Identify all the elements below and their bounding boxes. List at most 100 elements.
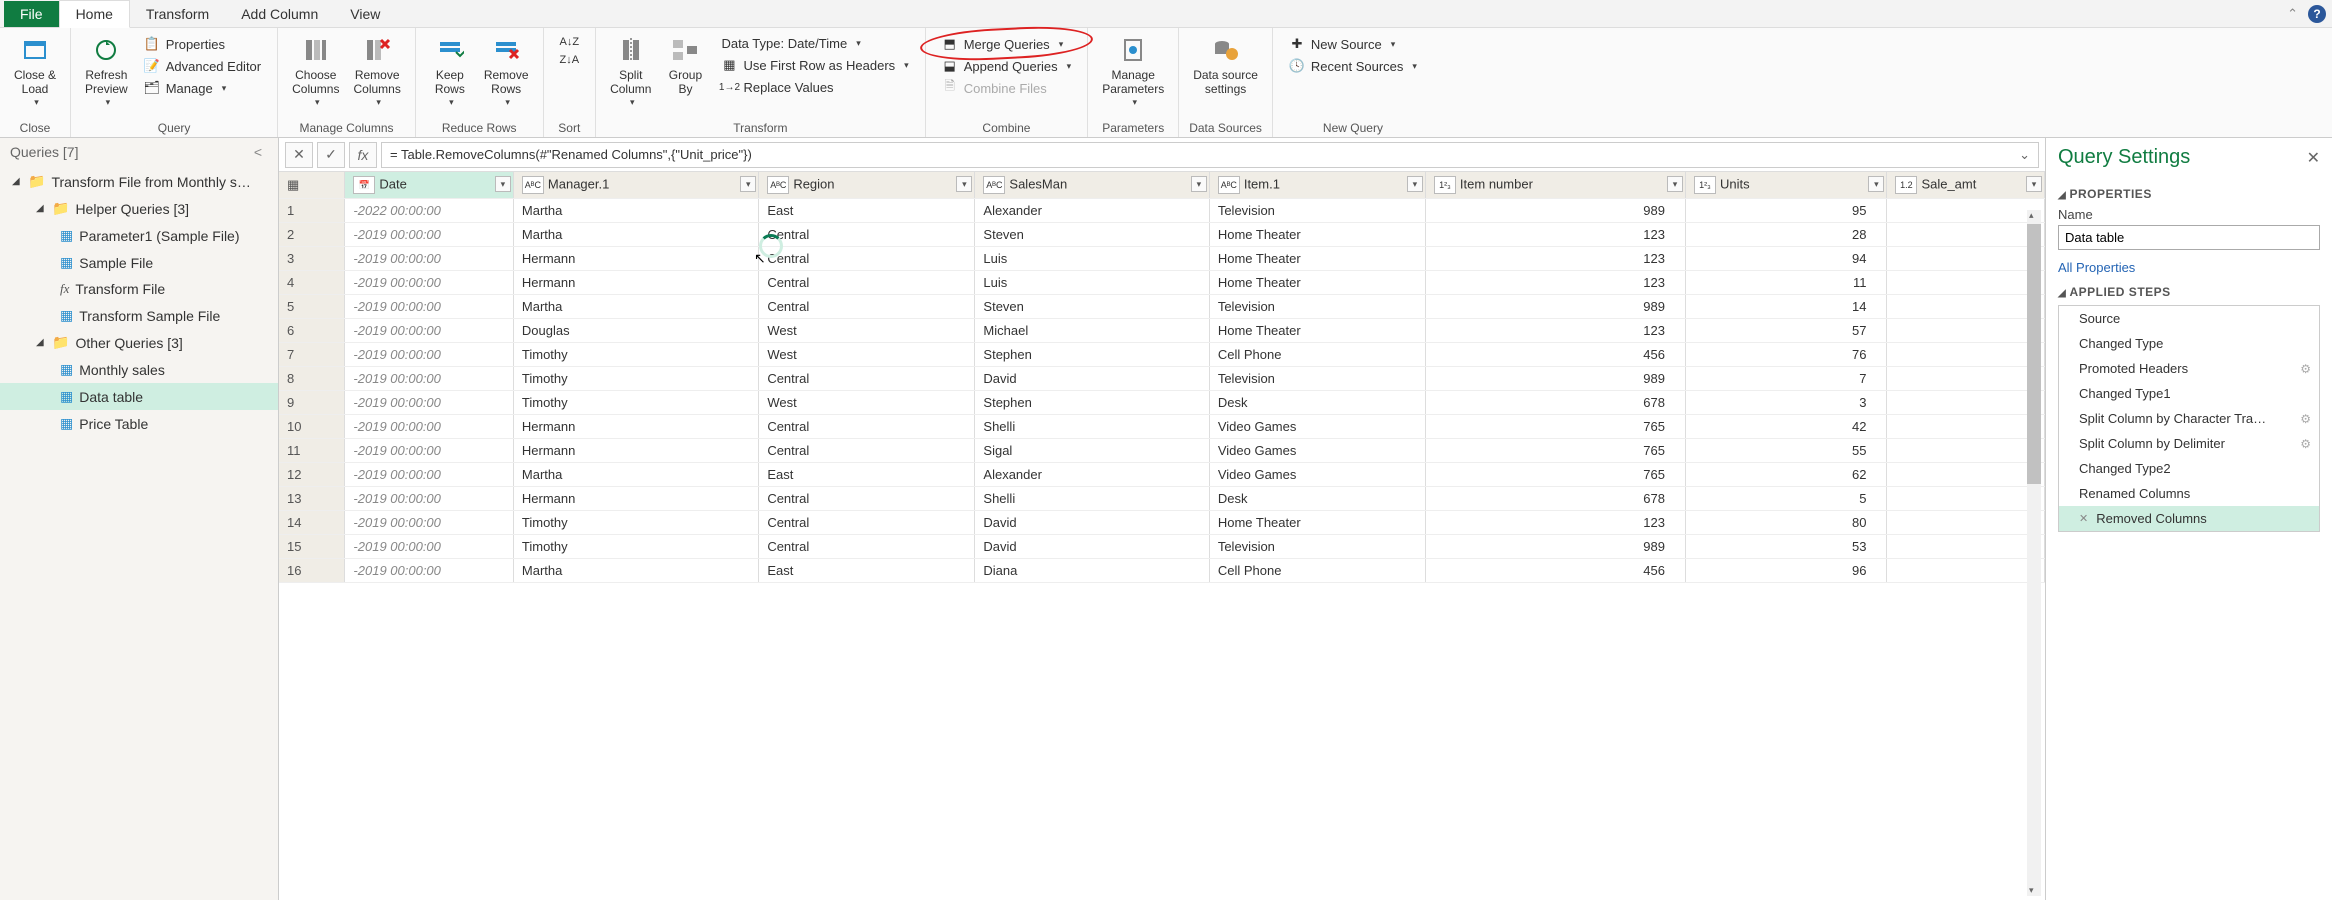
column-header[interactable]: 1²₃Units▾: [1685, 172, 1886, 199]
query-item[interactable]: ▦Parameter1 (Sample File): [0, 222, 278, 249]
table-row[interactable]: 1-2022 00:00:00MarthaEastAlexanderTelevi…: [279, 199, 2045, 223]
tab-home[interactable]: Home: [59, 0, 130, 28]
column-filter-icon[interactable]: ▾: [1191, 176, 1207, 192]
column-filter-icon[interactable]: ▾: [740, 176, 756, 192]
first-row-headers-button[interactable]: ▦Use First Row as Headers: [717, 55, 912, 75]
applied-step[interactable]: Changed Type2: [2059, 456, 2319, 481]
append-icon: ⬓: [942, 58, 958, 74]
applied-step[interactable]: Changed Type: [2059, 331, 2319, 356]
sort-desc-button[interactable]: Z↓A: [556, 52, 584, 68]
tab-add-column[interactable]: Add Column: [225, 1, 334, 27]
help-icon[interactable]: ?: [2308, 5, 2326, 23]
column-header[interactable]: AᴮCRegion▾: [759, 172, 975, 199]
applied-step[interactable]: Split Column by Delimiter⚙: [2059, 431, 2319, 456]
query-item[interactable]: ▦Data table: [0, 383, 278, 410]
column-header[interactable]: AᴮCSalesMan▾: [975, 172, 1209, 199]
column-filter-icon[interactable]: ▾: [956, 176, 972, 192]
tab-view[interactable]: View: [334, 1, 396, 27]
query-item[interactable]: fxTransform File: [0, 276, 278, 302]
step-gear-icon[interactable]: ⚙: [2300, 412, 2311, 426]
formula-expand-icon[interactable]: ⌄: [2019, 147, 2030, 163]
table-row[interactable]: 2-2019 00:00:00MarthaCentralStevenHome T…: [279, 223, 2045, 247]
column-header[interactable]: 1.2Sale_amt▾: [1887, 172, 2045, 199]
formula-accept-button[interactable]: ✓: [317, 142, 345, 168]
applied-step[interactable]: Source: [2059, 306, 2319, 331]
query-item[interactable]: ▦Sample File: [0, 249, 278, 276]
formula-fx-button[interactable]: fx: [349, 142, 377, 168]
query-item[interactable]: ◢📁Other Queries [3]: [0, 329, 278, 356]
table-row[interactable]: 11-2019 00:00:00HermannCentralSigalVideo…: [279, 439, 2045, 463]
recent-sources-button[interactable]: 🕓Recent Sources: [1285, 56, 1421, 76]
applied-step[interactable]: Changed Type1: [2059, 381, 2319, 406]
queries-collapse-icon[interactable]: <: [248, 144, 268, 160]
refresh-preview-button[interactable]: Refresh Preview: [79, 32, 134, 110]
manage-parameters-button[interactable]: Manage Parameters: [1096, 32, 1170, 110]
query-item[interactable]: ◢📁Transform File from Monthly s…: [0, 168, 278, 195]
column-filter-icon[interactable]: ▾: [1868, 176, 1884, 192]
column-filter-icon[interactable]: ▾: [2026, 176, 2042, 192]
table-row[interactable]: 16-2019 00:00:00MarthaEastDianaCell Phon…: [279, 559, 2045, 583]
manage-button[interactable]: 🗂Manage: [140, 78, 265, 98]
type-badge-icon: AᴮC: [983, 176, 1005, 194]
close-load-button[interactable]: Close & Load: [8, 32, 62, 110]
applied-step[interactable]: ✕Removed Columns: [2059, 506, 2319, 531]
applied-step[interactable]: Promoted Headers⚙: [2059, 356, 2319, 381]
properties-icon: 📋: [144, 36, 160, 52]
query-settings-close-icon[interactable]: ✕: [2307, 148, 2320, 168]
remove-columns-button[interactable]: Remove Columns: [347, 32, 406, 110]
query-item[interactable]: ▦Transform Sample File: [0, 302, 278, 329]
remove-rows-button[interactable]: Remove Rows: [478, 32, 535, 110]
tab-file[interactable]: File: [4, 1, 59, 27]
column-header[interactable]: AᴮCManager.1▾: [513, 172, 758, 199]
step-delete-icon[interactable]: ✕: [2079, 512, 2088, 525]
table-row[interactable]: 13-2019 00:00:00HermannCentralShelliDesk…: [279, 487, 2045, 511]
data-type-button[interactable]: Data Type: Date/Time: [717, 34, 912, 53]
advanced-editor-button[interactable]: 📝Advanced Editor: [140, 56, 265, 76]
tab-transform[interactable]: Transform: [130, 1, 225, 27]
split-column-button[interactable]: Split Column: [604, 32, 657, 110]
step-gear-icon[interactable]: ⚙: [2300, 437, 2311, 451]
data-grid[interactable]: ▦📅Date▾AᴮCManager.1▾AᴮCRegion▾AᴮCSalesMa…: [279, 172, 2045, 900]
table-row[interactable]: 14-2019 00:00:00TimothyCentralDavidHome …: [279, 511, 2045, 535]
ribbon-collapse-icon[interactable]: ⌃: [2287, 6, 2298, 22]
all-properties-link[interactable]: All Properties: [2058, 260, 2135, 275]
merge-queries-button[interactable]: ⬒Merge Queries: [938, 34, 1075, 54]
formula-cancel-button[interactable]: ✕: [285, 142, 313, 168]
column-header[interactable]: AᴮCItem.1▾: [1209, 172, 1425, 199]
vertical-scrollbar[interactable]: [2027, 210, 2041, 896]
query-item[interactable]: ▦Monthly sales: [0, 356, 278, 383]
table-row[interactable]: 6-2019 00:00:00DouglasWestMichaelHome Th…: [279, 319, 2045, 343]
data-source-settings-button[interactable]: Data source settings: [1187, 32, 1264, 99]
applied-step[interactable]: Split Column by Character Tra…⚙: [2059, 406, 2319, 431]
table-row[interactable]: 8-2019 00:00:00TimothyCentralDavidTelevi…: [279, 367, 2045, 391]
formula-input[interactable]: = Table.RemoveColumns(#"Renamed Columns"…: [381, 142, 2039, 168]
table-row[interactable]: 7-2019 00:00:00TimothyWestStephenCell Ph…: [279, 343, 2045, 367]
choose-columns-button[interactable]: Choose Columns: [286, 32, 345, 110]
group-by-button[interactable]: Group By: [659, 32, 711, 99]
column-header[interactable]: 1²₃Item number▾: [1425, 172, 1685, 199]
select-all-corner[interactable]: ▦: [279, 172, 345, 199]
table-row[interactable]: 12-2019 00:00:00MarthaEastAlexanderVideo…: [279, 463, 2045, 487]
keep-rows-button[interactable]: Keep Rows: [424, 32, 476, 110]
column-filter-icon[interactable]: ▾: [1667, 176, 1683, 192]
query-item[interactable]: ▦Price Table: [0, 410, 278, 437]
replace-values-button[interactable]: 1→2Replace Values: [717, 77, 912, 97]
column-filter-icon[interactable]: ▾: [1407, 176, 1423, 192]
column-filter-icon[interactable]: ▾: [495, 176, 511, 192]
table-row[interactable]: 10-2019 00:00:00HermannCentralShelliVide…: [279, 415, 2045, 439]
sort-asc-button[interactable]: A↓Z: [556, 34, 584, 50]
table-row[interactable]: 9-2019 00:00:00TimothyWestStephenDesk678…: [279, 391, 2045, 415]
query-item[interactable]: ◢📁Helper Queries [3]: [0, 195, 278, 222]
table-row[interactable]: 3-2019 00:00:00HermannCentralLuisHome Th…: [279, 247, 2045, 271]
table-row[interactable]: 4-2019 00:00:00HermannCentralLuisHome Th…: [279, 271, 2045, 295]
applied-step[interactable]: Renamed Columns: [2059, 481, 2319, 506]
new-source-button[interactable]: ✚New Source: [1285, 34, 1421, 54]
query-name-input[interactable]: [2058, 225, 2320, 250]
table-row[interactable]: 15-2019 00:00:00TimothyCentralDavidTelev…: [279, 535, 2045, 559]
append-queries-button[interactable]: ⬓Append Queries: [938, 56, 1075, 76]
table-row[interactable]: 5-2019 00:00:00MarthaCentralStevenTelevi…: [279, 295, 2045, 319]
step-gear-icon[interactable]: ⚙: [2300, 362, 2311, 376]
properties-button[interactable]: 📋Properties: [140, 34, 265, 54]
column-header[interactable]: 📅Date▾: [345, 172, 513, 199]
applied-steps-list: SourceChanged TypePromoted Headers⚙Chang…: [2058, 305, 2320, 532]
